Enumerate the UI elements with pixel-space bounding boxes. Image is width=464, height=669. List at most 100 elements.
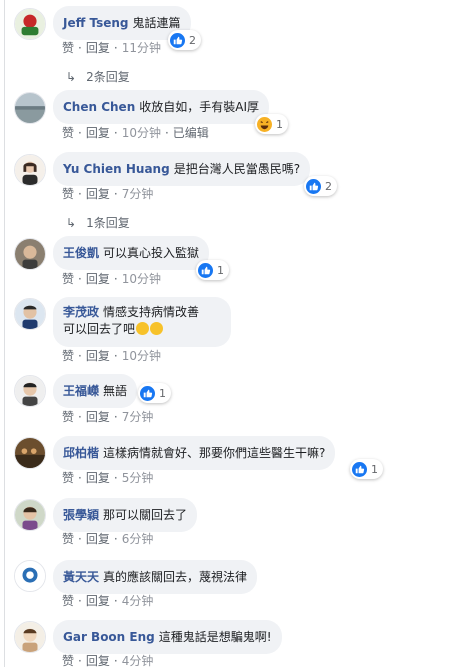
avatar[interactable] bbox=[14, 621, 46, 653]
like-link[interactable]: 赞 bbox=[62, 471, 74, 485]
like-link[interactable]: 赞 bbox=[62, 349, 74, 363]
comment-time[interactable]: 10分钟 bbox=[122, 349, 161, 363]
avatar[interactable] bbox=[14, 8, 46, 40]
comment-author[interactable]: 張學穎 bbox=[63, 508, 99, 522]
comment-actions: 赞 · 回复 · 6分钟 bbox=[62, 532, 154, 546]
like-link[interactable]: 赞 bbox=[62, 410, 74, 424]
comment-author[interactable]: 邱柏楷 bbox=[63, 446, 99, 460]
like-link[interactable]: 赞 bbox=[62, 654, 74, 668]
reaction-count: 1 bbox=[276, 117, 283, 131]
like-link[interactable]: 赞 bbox=[62, 532, 74, 546]
comment-actions: 赞 · 回复 · 10分钟 bbox=[62, 349, 161, 363]
like-icon bbox=[352, 461, 367, 477]
reply-link[interactable]: 回复 bbox=[86, 532, 110, 546]
comment-actions: 赞 · 回复 · 10分钟 · 已编辑 bbox=[62, 126, 209, 140]
reply-link[interactable]: 回复 bbox=[86, 349, 110, 363]
like-icon bbox=[170, 32, 185, 48]
avatar[interactable] bbox=[14, 499, 46, 531]
comment-text: 那可以關回去了 bbox=[103, 508, 188, 522]
reply-link[interactable]: 回复 bbox=[86, 41, 110, 55]
comment-actions: 赞 · 回复 · 5分钟 bbox=[62, 471, 154, 485]
comment-bubble: 張學穎 那可以關回去了 bbox=[53, 498, 198, 532]
view-replies[interactable]: ↳ 2条回复 bbox=[66, 68, 130, 85]
reaction-badge[interactable]: 1 bbox=[255, 114, 288, 134]
avatar[interactable] bbox=[14, 298, 46, 330]
reply-link[interactable]: 回复 bbox=[86, 126, 110, 140]
comment-bubble: 王俊凱 可以真心投入監獄 bbox=[53, 236, 210, 270]
comment-bubble: 黃天天 真的應該關回去，蔑視法律 bbox=[53, 560, 258, 594]
reply-link[interactable]: 回复 bbox=[86, 187, 110, 201]
avatar[interactable] bbox=[14, 560, 46, 592]
comment-time[interactable]: 11分钟 bbox=[122, 41, 161, 55]
like-link[interactable]: 赞 bbox=[62, 126, 74, 140]
comment-author[interactable]: 李茂政 bbox=[63, 305, 99, 319]
comment-time[interactable]: 7分钟 bbox=[122, 187, 154, 201]
comment-bubble: 邱柏楷 這樣病情就會好、那要你們這些醫生干嘛? bbox=[53, 436, 336, 470]
replies-count[interactable]: 1条回复 bbox=[86, 216, 130, 230]
comment-author[interactable]: Chen Chen bbox=[63, 100, 135, 114]
comment-text: 真的應該關回去，蔑視法律 bbox=[103, 570, 248, 584]
grinning-emoji bbox=[150, 322, 164, 335]
reaction-count: 1 bbox=[217, 263, 224, 277]
reply-arrow-icon: ↳ bbox=[66, 216, 77, 230]
like-link[interactable]: 赞 bbox=[62, 272, 74, 286]
comment-time[interactable]: 5分钟 bbox=[122, 471, 154, 485]
comment-text: 這種鬼話是想騙鬼啊! bbox=[158, 630, 272, 644]
reaction-badge[interactable]: 2 bbox=[168, 30, 201, 50]
comment-time[interactable]: 4分钟 bbox=[122, 654, 154, 668]
comment-bubble: 王福嶸 無語 bbox=[53, 374, 138, 408]
reaction-count: 1 bbox=[159, 386, 166, 400]
comment-author[interactable]: Gar Boon Eng bbox=[63, 630, 155, 644]
comment-author[interactable]: Yu Chien Huang bbox=[63, 162, 170, 176]
reply-link[interactable]: 回复 bbox=[86, 471, 110, 485]
comment-time[interactable]: 7分钟 bbox=[122, 410, 154, 424]
avatar[interactable] bbox=[14, 154, 46, 186]
comment-bubble: Gar Boon Eng 這種鬼話是想騙鬼啊! bbox=[53, 620, 282, 654]
comment-actions: 赞 · 回复 · 11分钟 bbox=[62, 41, 161, 55]
reaction-badge[interactable]: 1 bbox=[350, 459, 383, 479]
avatar[interactable] bbox=[14, 437, 46, 469]
comment-bubble: 李茂政 情感支持病情改善 可以回去了吧 bbox=[53, 297, 231, 347]
like-icon bbox=[306, 178, 321, 194]
rolling-eyes-emoji bbox=[136, 322, 150, 335]
comment-time[interactable]: 10分钟 bbox=[122, 272, 161, 286]
comment-time[interactable]: 6分钟 bbox=[122, 532, 154, 546]
comment-author[interactable]: Jeff Tseng bbox=[63, 16, 129, 30]
comment-actions: 赞 · 回复 · 4分钟 bbox=[62, 654, 154, 668]
reply-link[interactable]: 回复 bbox=[86, 410, 110, 424]
replies-count[interactable]: 2条回复 bbox=[86, 70, 130, 84]
comment-time[interactable]: 4分钟 bbox=[122, 594, 154, 608]
reply-link[interactable]: 回复 bbox=[86, 272, 110, 286]
comment-text-line2: 可以回去了吧 bbox=[63, 322, 136, 336]
avatar[interactable] bbox=[14, 92, 46, 124]
like-link[interactable]: 赞 bbox=[62, 594, 74, 608]
reaction-badge[interactable]: 2 bbox=[304, 176, 337, 196]
comment-text: 這樣病情就會好、那要你們這些醫生干嘛? bbox=[103, 446, 326, 460]
comment-text: 無語 bbox=[103, 384, 128, 398]
like-icon bbox=[198, 262, 213, 278]
reply-link[interactable]: 回复 bbox=[86, 654, 110, 668]
comment-text: 情感支持病情改善 bbox=[103, 305, 200, 319]
comment-author[interactable]: 黃天天 bbox=[63, 570, 99, 584]
comment-author[interactable]: 王福嶸 bbox=[63, 384, 99, 398]
comment-text: 鬼話連篇 bbox=[132, 16, 181, 30]
comment-text: 可以真心投入監獄 bbox=[103, 246, 200, 260]
reaction-count: 1 bbox=[371, 462, 378, 476]
comment-actions: 赞 · 回复 · 7分钟 bbox=[62, 187, 154, 201]
reaction-badge[interactable]: 1 bbox=[196, 260, 229, 280]
avatar[interactable] bbox=[14, 375, 46, 407]
edited-label[interactable]: 已编辑 bbox=[173, 126, 209, 140]
comment-author[interactable]: 王俊凱 bbox=[63, 246, 99, 260]
comment-bubble: Chen Chen 收放自如，手有裝AI厚 bbox=[53, 90, 269, 124]
like-icon bbox=[140, 385, 155, 401]
view-replies[interactable]: ↳ 1条回复 bbox=[66, 214, 130, 231]
reply-arrow-icon: ↳ bbox=[66, 70, 77, 84]
comment-bubble: Yu Chien Huang 是把台灣人民當愚民嗎? bbox=[53, 152, 311, 186]
like-link[interactable]: 赞 bbox=[62, 41, 74, 55]
comment-time[interactable]: 10分钟 bbox=[122, 126, 161, 140]
haha-icon bbox=[257, 116, 272, 132]
avatar[interactable] bbox=[14, 238, 46, 270]
reaction-badge[interactable]: 1 bbox=[138, 383, 171, 403]
reply-link[interactable]: 回复 bbox=[86, 594, 110, 608]
like-link[interactable]: 赞 bbox=[62, 187, 74, 201]
